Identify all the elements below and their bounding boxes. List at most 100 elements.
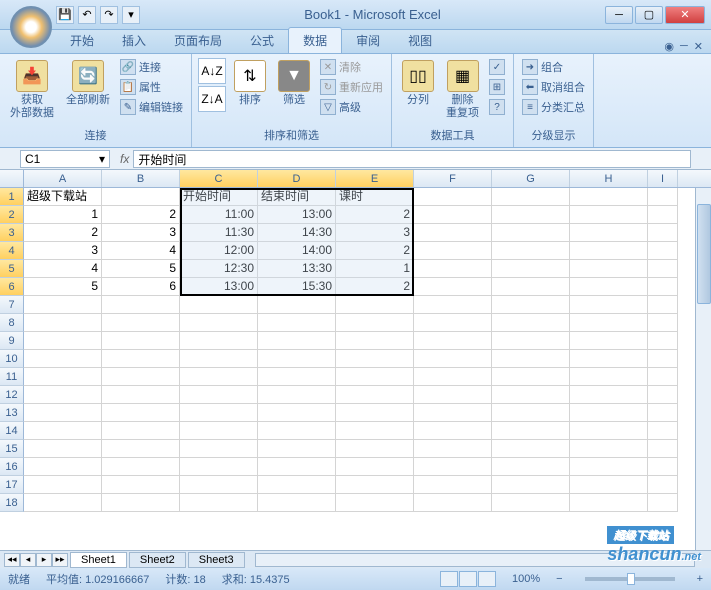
cell-A15[interactable] <box>24 440 102 458</box>
cell-H1[interactable] <box>570 188 648 206</box>
maximize-button[interactable]: ▢ <box>635 6 663 24</box>
cell-H12[interactable] <box>570 386 648 404</box>
row-header-6[interactable]: 6 <box>0 278 24 296</box>
cell-H9[interactable] <box>570 332 648 350</box>
cell-H7[interactable] <box>570 296 648 314</box>
cell-C13[interactable] <box>180 404 258 422</box>
cell-A13[interactable] <box>24 404 102 422</box>
advanced-filter-button[interactable]: ▽高级 <box>318 98 385 116</box>
cell-F15[interactable] <box>414 440 492 458</box>
cell-F1[interactable] <box>414 188 492 206</box>
reapply-button[interactable]: ↻重新应用 <box>318 78 385 96</box>
cell-A8[interactable] <box>24 314 102 332</box>
row-header-16[interactable]: 16 <box>0 458 24 476</box>
col-header-d[interactable]: D <box>258 170 336 187</box>
row-header-12[interactable]: 12 <box>0 386 24 404</box>
cell-H16[interactable] <box>570 458 648 476</box>
cell-C6[interactable]: 13:00 <box>180 278 258 296</box>
col-header-h[interactable]: H <box>570 170 648 187</box>
cell-E8[interactable] <box>336 314 414 332</box>
cell-I17[interactable] <box>648 476 678 494</box>
cell-E16[interactable] <box>336 458 414 476</box>
cell-F17[interactable] <box>414 476 492 494</box>
cell-C2[interactable]: 11:00 <box>180 206 258 224</box>
cell-I8[interactable] <box>648 314 678 332</box>
cell-I2[interactable] <box>648 206 678 224</box>
cell-G8[interactable] <box>492 314 570 332</box>
sheet-nav-last[interactable]: ▸▸ <box>52 553 68 567</box>
tab-formulas[interactable]: 公式 <box>236 28 288 53</box>
cell-D10[interactable] <box>258 350 336 368</box>
tab-insert[interactable]: 插入 <box>108 28 160 53</box>
cell-B18[interactable] <box>102 494 180 512</box>
cell-A6[interactable]: 5 <box>24 278 102 296</box>
cell-A16[interactable] <box>24 458 102 476</box>
cell-E2[interactable]: 2 <box>336 206 414 224</box>
cell-E5[interactable]: 1 <box>336 260 414 278</box>
cell-I4[interactable] <box>648 242 678 260</box>
cell-B9[interactable] <box>102 332 180 350</box>
cell-G4[interactable] <box>492 242 570 260</box>
cell-B11[interactable] <box>102 368 180 386</box>
cell-G10[interactable] <box>492 350 570 368</box>
close-button[interactable]: ✕ <box>665 6 705 24</box>
cell-A5[interactable]: 4 <box>24 260 102 278</box>
cell-F10[interactable] <box>414 350 492 368</box>
cell-F11[interactable] <box>414 368 492 386</box>
cell-D4[interactable]: 14:00 <box>258 242 336 260</box>
row-header-13[interactable]: 13 <box>0 404 24 422</box>
row-header-5[interactable]: 5 <box>0 260 24 278</box>
cell-D14[interactable] <box>258 422 336 440</box>
qat-undo[interactable]: ↶ <box>78 6 96 24</box>
cell-G14[interactable] <box>492 422 570 440</box>
office-button[interactable] <box>10 6 52 48</box>
remove-duplicates-button[interactable]: ▦ 删除 重复项 <box>442 58 483 122</box>
sort-button[interactable]: ⇅ 排序 <box>230 58 270 109</box>
cell-C1[interactable]: 开始时间 <box>180 188 258 206</box>
cell-D1[interactable]: 结束时间 <box>258 188 336 206</box>
cell-E9[interactable] <box>336 332 414 350</box>
cell-G15[interactable] <box>492 440 570 458</box>
cell-C3[interactable]: 11:30 <box>180 224 258 242</box>
cell-A18[interactable] <box>24 494 102 512</box>
cell-E10[interactable] <box>336 350 414 368</box>
cell-H14[interactable] <box>570 422 648 440</box>
cell-I10[interactable] <box>648 350 678 368</box>
cell-D12[interactable] <box>258 386 336 404</box>
cell-B17[interactable] <box>102 476 180 494</box>
cell-F13[interactable] <box>414 404 492 422</box>
cell-B12[interactable] <box>102 386 180 404</box>
cell-H4[interactable] <box>570 242 648 260</box>
cell-C10[interactable] <box>180 350 258 368</box>
tab-home[interactable]: 开始 <box>56 28 108 53</box>
col-header-i[interactable]: I <box>648 170 678 187</box>
view-page-break-button[interactable] <box>478 571 496 587</box>
cell-E4[interactable]: 2 <box>336 242 414 260</box>
cell-B3[interactable]: 3 <box>102 224 180 242</box>
row-header-9[interactable]: 9 <box>0 332 24 350</box>
cell-G12[interactable] <box>492 386 570 404</box>
cell-F8[interactable] <box>414 314 492 332</box>
formula-input[interactable]: 开始时间 <box>133 150 691 168</box>
cell-H11[interactable] <box>570 368 648 386</box>
cell-A10[interactable] <box>24 350 102 368</box>
cell-D9[interactable] <box>258 332 336 350</box>
select-all-corner[interactable] <box>0 170 24 187</box>
cell-A2[interactable]: 1 <box>24 206 102 224</box>
tab-review[interactable]: 审阅 <box>342 28 394 53</box>
cell-B5[interactable]: 5 <box>102 260 180 278</box>
view-normal-button[interactable] <box>440 571 458 587</box>
consolidate-button[interactable]: ⊞ <box>487 78 507 96</box>
data-validation-button[interactable]: ✓ <box>487 58 507 76</box>
cell-H10[interactable] <box>570 350 648 368</box>
cell-D7[interactable] <box>258 296 336 314</box>
cell-F14[interactable] <box>414 422 492 440</box>
cell-F4[interactable] <box>414 242 492 260</box>
cell-D15[interactable] <box>258 440 336 458</box>
chevron-down-icon[interactable]: ▾ <box>99 152 105 166</box>
cell-E14[interactable] <box>336 422 414 440</box>
clear-filter-button[interactable]: ✕清除 <box>318 58 385 76</box>
cell-H18[interactable] <box>570 494 648 512</box>
cell-A14[interactable] <box>24 422 102 440</box>
get-external-data-button[interactable]: 📥 获取 外部数据 <box>6 58 58 122</box>
